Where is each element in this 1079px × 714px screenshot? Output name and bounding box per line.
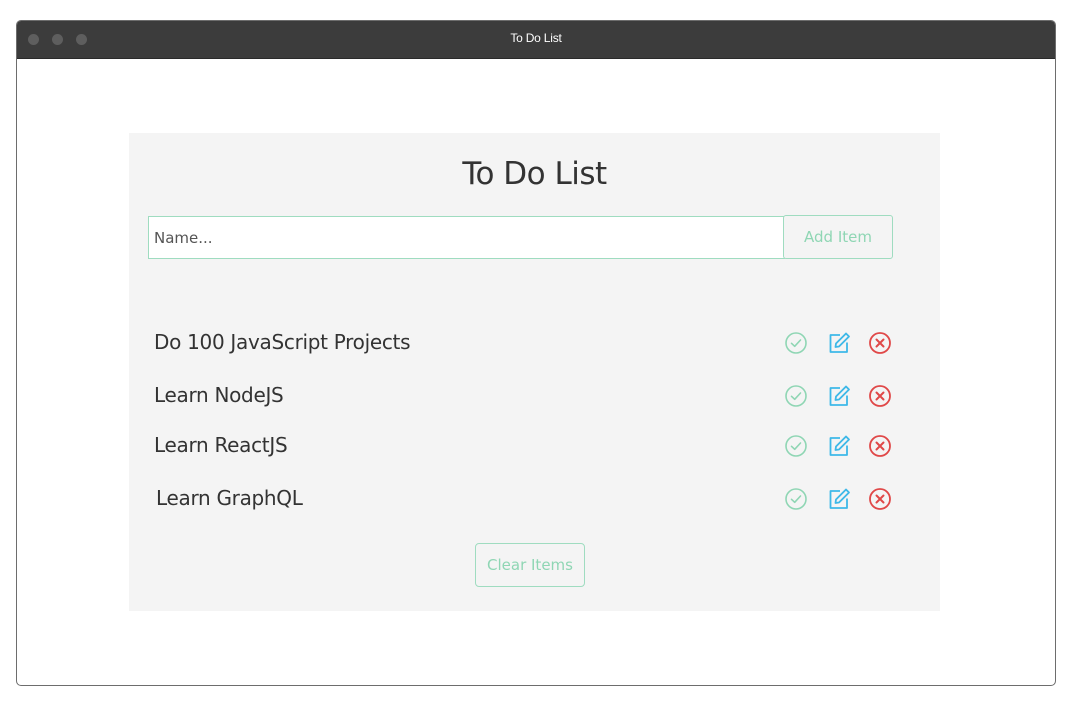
item-name-input[interactable] <box>148 216 785 259</box>
x-circle-icon[interactable] <box>868 487 892 511</box>
list-item: Learn NodeJS <box>154 380 894 412</box>
window-title: To Do List <box>510 31 562 45</box>
edit-icon[interactable] <box>827 434 851 458</box>
page-title: To Do List <box>462 156 607 192</box>
check-circle-icon[interactable] <box>784 384 808 408</box>
app-window: To Do List To Do List Add Item Do 100 Ja… <box>16 20 1056 686</box>
x-circle-icon[interactable] <box>868 384 892 408</box>
list-item-label: Learn NodeJS <box>154 383 284 407</box>
list-item: Learn ReactJS <box>154 430 894 462</box>
list-item-label: Do 100 JavaScript Projects <box>154 330 411 354</box>
title-bar[interactable]: To Do List <box>17 21 1055 59</box>
edit-icon[interactable] <box>827 384 851 408</box>
list-item-label: Learn GraphQL <box>156 486 303 510</box>
edit-icon[interactable] <box>827 487 851 511</box>
list-item: Learn GraphQL <box>154 483 894 515</box>
x-circle-icon[interactable] <box>868 331 892 355</box>
list-item-label: Learn ReactJS <box>154 433 288 457</box>
add-item-button[interactable]: Add Item <box>783 215 893 259</box>
list-item: Do 100 JavaScript Projects <box>154 327 894 359</box>
check-circle-icon[interactable] <box>784 487 808 511</box>
clear-items-button[interactable]: Clear Items <box>475 543 585 587</box>
x-circle-icon[interactable] <box>868 434 892 458</box>
check-circle-icon[interactable] <box>784 434 808 458</box>
edit-icon[interactable] <box>827 331 851 355</box>
check-circle-icon[interactable] <box>784 331 808 355</box>
todo-panel: To Do List Add Item Do 100 JavaScript Pr… <box>129 133 940 611</box>
